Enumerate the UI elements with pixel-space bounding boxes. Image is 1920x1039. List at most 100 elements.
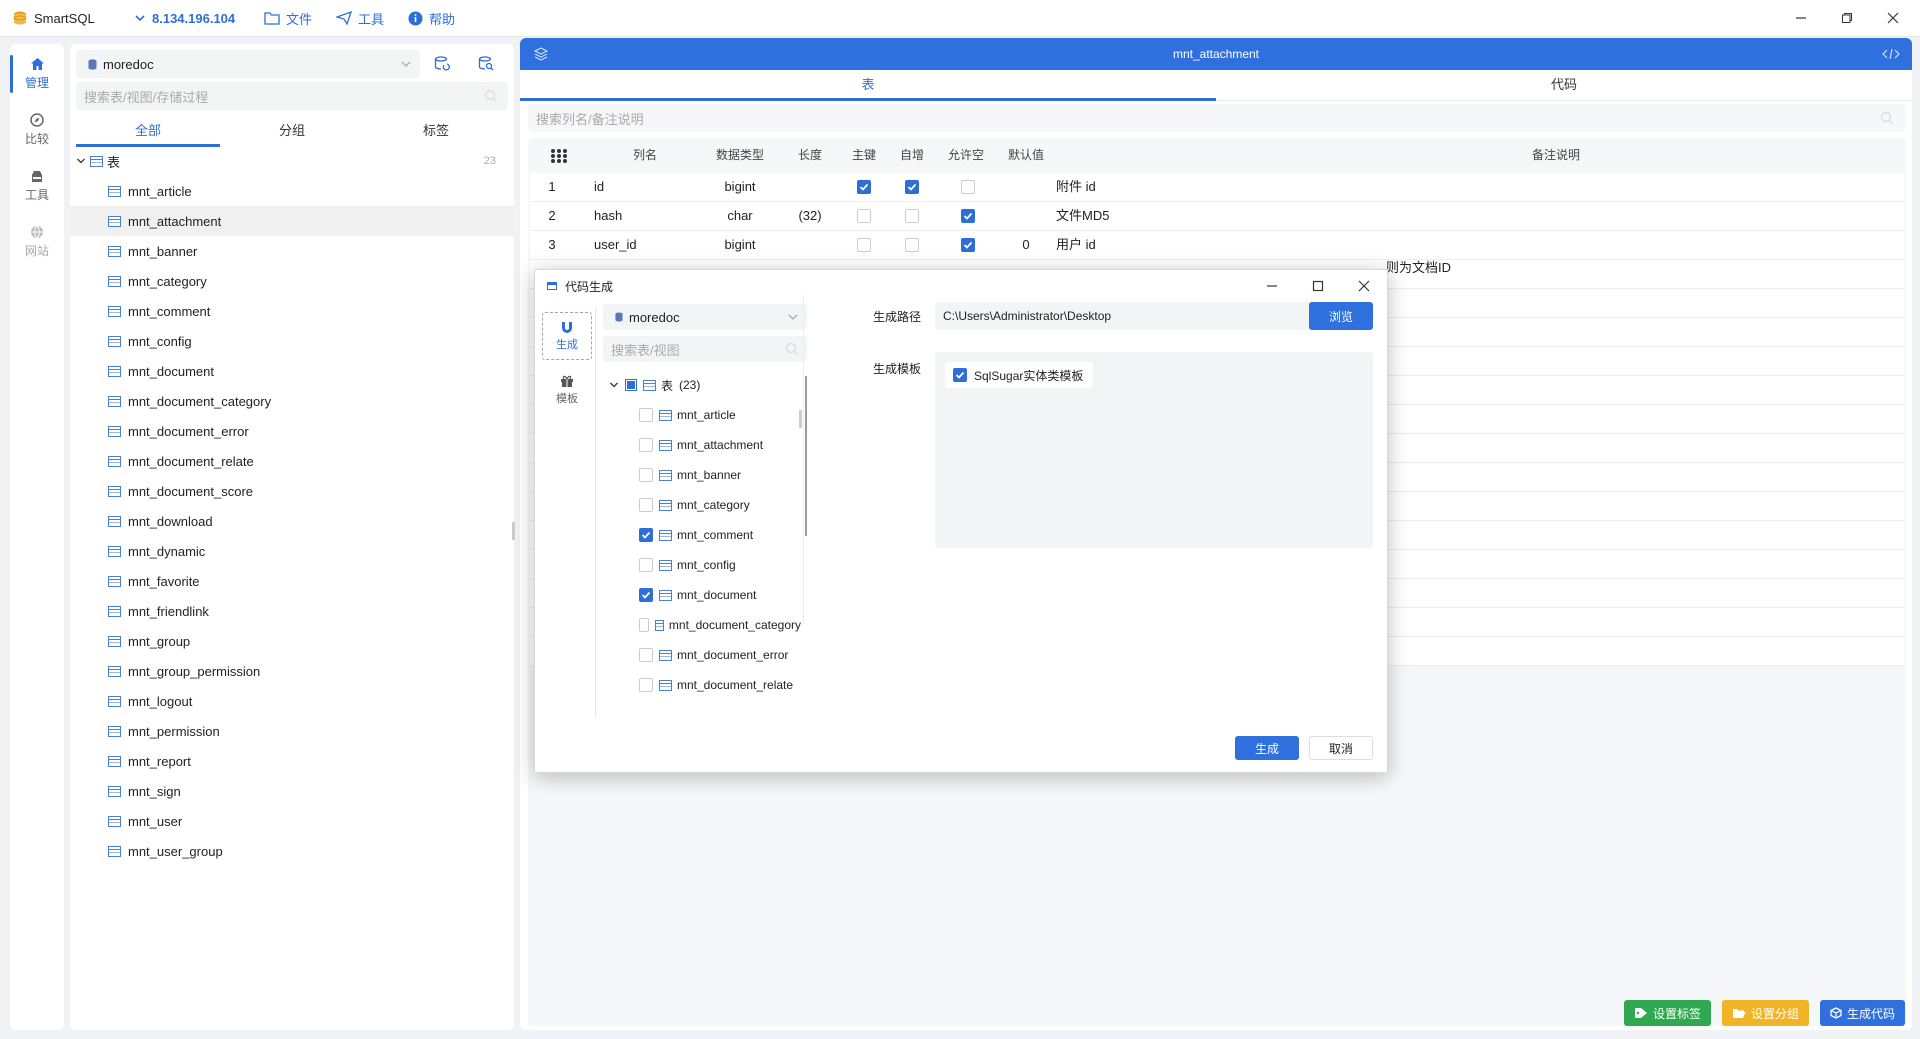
tree-item-table[interactable]: mnt_document_relate xyxy=(70,446,514,476)
table-select-checkbox[interactable] xyxy=(639,468,653,482)
tree-item-table[interactable]: mnt_document_score xyxy=(70,476,514,506)
table-select-checkbox[interactable] xyxy=(639,528,653,542)
dialog-tree-item[interactable]: mnt_category xyxy=(601,490,801,520)
grid-menu-icon[interactable] xyxy=(550,148,568,164)
nav-item-tools[interactable]: 工具 xyxy=(10,162,64,210)
auto-increment-checkbox[interactable] xyxy=(905,209,919,223)
column-default[interactable]: 0 xyxy=(996,231,1056,259)
column-comment[interactable]: 文件MD5 xyxy=(1056,202,1356,230)
column-comment[interactable]: 用户 id xyxy=(1056,231,1356,259)
dialog-tree-item[interactable]: mnt_document_relate xyxy=(601,670,801,700)
tree-item-table[interactable]: mnt_banner xyxy=(70,236,514,266)
menu-help[interactable]: 帮助 xyxy=(408,0,455,36)
table-select-checkbox[interactable] xyxy=(639,588,653,602)
panel-splitter[interactable] xyxy=(512,522,515,540)
dialog-close-button[interactable] xyxy=(1341,270,1387,302)
tab-all[interactable]: 全部 xyxy=(76,118,220,146)
table-select-checkbox[interactable] xyxy=(639,408,653,422)
pk-checkbox[interactable] xyxy=(857,180,871,194)
tree-item-table[interactable]: mnt_favorite xyxy=(70,566,514,596)
tree-item-table[interactable]: mnt_sign xyxy=(70,776,514,806)
dialog-tree-item[interactable]: mnt_article xyxy=(601,400,801,430)
table-row[interactable]: 2 hash char (32) 文件MD5 xyxy=(530,202,1904,231)
tab-table[interactable]: 表 xyxy=(520,70,1216,101)
table-select-checkbox[interactable] xyxy=(639,438,653,452)
set-group-button[interactable]: 设置分组 xyxy=(1722,1000,1810,1026)
tree-item-table[interactable]: mnt_friendlink xyxy=(70,596,514,626)
tree-item-table[interactable]: mnt_user_group xyxy=(70,836,514,866)
table-search-input[interactable]: 搜索表/视图/存储过程 xyxy=(76,82,508,110)
tree-item-table[interactable]: mnt_comment xyxy=(70,296,514,326)
column-default[interactable] xyxy=(996,202,1056,230)
column-name[interactable]: id xyxy=(594,173,694,201)
column-name[interactable]: user_id xyxy=(594,231,694,259)
auto-increment-checkbox[interactable] xyxy=(905,238,919,252)
tab-group[interactable]: 分组 xyxy=(220,118,364,146)
column-default[interactable] xyxy=(996,173,1056,201)
column-type[interactable]: bigint xyxy=(700,173,780,201)
dialog-maximize-button[interactable] xyxy=(1295,270,1341,302)
generate-code-button[interactable]: 生成代码 xyxy=(1820,1000,1906,1026)
dialog-nav-template[interactable]: 模板 xyxy=(542,366,592,414)
minimize-button[interactable] xyxy=(1778,0,1824,36)
column-search-input[interactable]: 搜索列名/备注说明 xyxy=(528,104,1906,132)
row-number[interactable]: 2 xyxy=(530,202,574,230)
tree-item-table[interactable]: mnt_article xyxy=(70,176,514,206)
pk-checkbox[interactable] xyxy=(857,209,871,223)
cancel-button[interactable]: 取消 xyxy=(1309,736,1373,760)
template-option[interactable]: SqlSugar实体类模板 xyxy=(945,362,1094,388)
tab-tag[interactable]: 标签 xyxy=(364,118,508,146)
tree-item-table[interactable]: mnt_download xyxy=(70,506,514,536)
tree-item-table[interactable]: mnt_permission xyxy=(70,716,514,746)
dialog-tree-item[interactable]: mnt_document xyxy=(601,580,801,610)
dialog-tree-root[interactable]: 表 (23) xyxy=(601,370,811,400)
dialog-tree-item[interactable]: mnt_attachment xyxy=(601,430,801,460)
tree-item-table[interactable]: mnt_group_permission xyxy=(70,656,514,686)
column-length[interactable] xyxy=(780,173,840,201)
table-row[interactable]: 3 user_id bigint 0 用户 id xyxy=(530,231,1904,260)
row-number[interactable]: 1 xyxy=(530,173,574,201)
tree-root-tables[interactable]: 表 23 xyxy=(70,146,514,176)
refresh-database-icon[interactable] xyxy=(434,56,450,72)
menu-file[interactable]: 文件 xyxy=(264,0,312,36)
nullable-checkbox[interactable] xyxy=(961,180,975,194)
nullable-checkbox[interactable] xyxy=(961,209,975,223)
row-number[interactable]: 3 xyxy=(530,231,574,259)
nav-item-manage[interactable]: 管理 xyxy=(10,50,64,98)
browse-button[interactable]: 浏览 xyxy=(1309,302,1373,330)
tree-item-table[interactable]: mnt_document_error xyxy=(70,416,514,446)
tree-item-table[interactable]: mnt_config xyxy=(70,326,514,356)
nullable-checkbox[interactable] xyxy=(961,238,975,252)
restore-button[interactable] xyxy=(1824,0,1870,36)
tree-item-table[interactable]: mnt_user xyxy=(70,806,514,836)
tab-code[interactable]: 代码 xyxy=(1216,70,1912,100)
tree-partial-checkbox[interactable] xyxy=(625,379,637,391)
dialog-splitter[interactable] xyxy=(799,410,802,428)
dialog-tree-item[interactable]: mnt_config xyxy=(601,550,801,580)
dialog-database-selector[interactable]: moredoc xyxy=(603,304,807,330)
tree-item-table[interactable]: mnt_group xyxy=(70,626,514,656)
database-selector[interactable]: moredoc xyxy=(76,50,420,78)
tree-item-table[interactable]: mnt_document xyxy=(70,356,514,386)
nav-item-website[interactable]: 网站 xyxy=(10,218,64,266)
table-select-checkbox[interactable] xyxy=(639,558,653,572)
column-comment[interactable]: 附件 id xyxy=(1056,173,1356,201)
dialog-tree-item[interactable]: mnt_banner xyxy=(601,460,801,490)
pk-checkbox[interactable] xyxy=(857,238,871,252)
dialog-tree-item[interactable]: mnt_document_category xyxy=(601,610,801,640)
column-length[interactable] xyxy=(780,231,840,259)
dialog-tree-item[interactable]: mnt_comment xyxy=(601,520,801,550)
column-length[interactable]: (32) xyxy=(780,202,840,230)
table-select-checkbox[interactable] xyxy=(639,618,649,632)
column-type[interactable]: bigint xyxy=(700,231,780,259)
template-checkbox[interactable] xyxy=(953,368,967,382)
tree-item-table[interactable]: mnt_dynamic xyxy=(70,536,514,566)
tree-item-table[interactable]: mnt_attachment xyxy=(70,206,514,236)
table-row[interactable]: 1 id bigint 附件 id xyxy=(530,173,1904,202)
tree-item-table[interactable]: mnt_report xyxy=(70,746,514,776)
dialog-tree-item[interactable]: mnt_document_error xyxy=(601,640,801,670)
set-tag-button[interactable]: 设置标签 xyxy=(1624,1000,1712,1026)
tree-item-table[interactable]: mnt_logout xyxy=(70,686,514,716)
column-name[interactable]: hash xyxy=(594,202,694,230)
tree-item-table[interactable]: mnt_category xyxy=(70,266,514,296)
